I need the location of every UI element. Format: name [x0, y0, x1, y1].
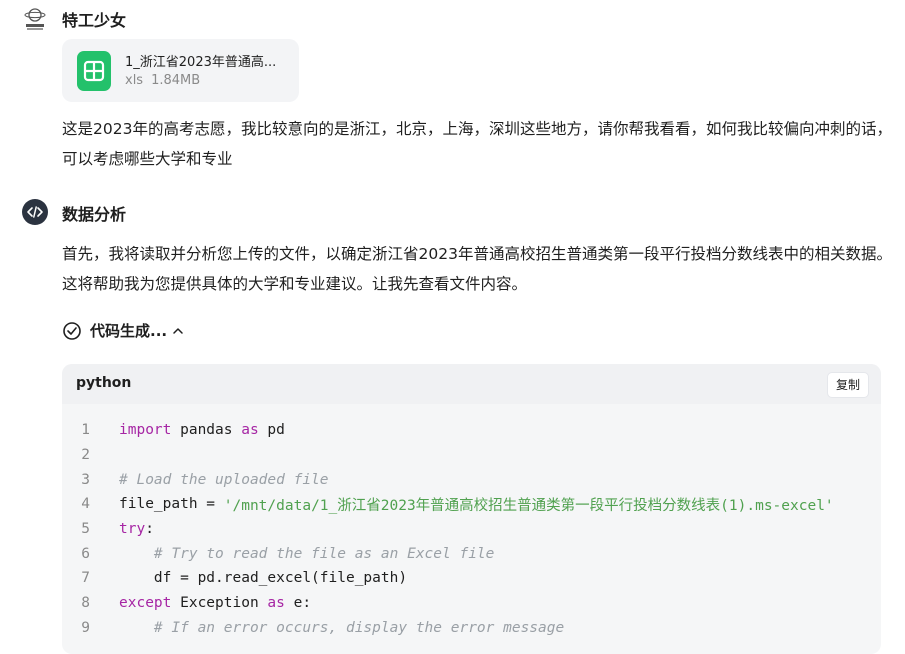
chevron-up-icon — [173, 327, 183, 334]
code-line: 2 — [62, 443, 881, 468]
code-header: python 复制 — [62, 364, 881, 404]
line-number: 8 — [81, 595, 90, 612]
code-token: df = pd.read_excel(file_path) — [153, 570, 408, 587]
code-token: e: — [284, 595, 312, 612]
line-number: 3 — [81, 471, 90, 488]
code-body: 1 import pandas as pd 2 3 # Load the uploa… — [62, 418, 881, 640]
code-line: 8 except Exception as e: — [62, 591, 881, 616]
code-language: python — [76, 375, 132, 391]
code-line: 7 df = pd.read_excel(file_path) — [62, 566, 881, 591]
copy-button[interactable]: 复制 — [826, 372, 869, 398]
code-token: pandas — [171, 422, 242, 439]
code-token: : — [145, 521, 154, 538]
code-comment: # Try to read the file as an Excel file — [153, 545, 495, 562]
code-line: 5 try: — [62, 517, 881, 542]
code-line: 1 import pandas as pd — [62, 418, 881, 443]
line-number: 5 — [81, 521, 90, 538]
line-number: 9 — [81, 619, 90, 636]
code-token: import — [119, 422, 172, 439]
line-number: 4 — [81, 496, 90, 513]
file-name: 1_浙江省2023年普通高... — [125, 55, 277, 70]
code-token: pd — [258, 422, 285, 439]
code-generation-toggle[interactable]: 代码生成... — [62, 320, 185, 341]
file-meta: xls 1.84MB — [125, 73, 208, 88]
code-token: except — [119, 595, 172, 612]
line-number: 6 — [81, 545, 90, 562]
line-number: 2 — [81, 447, 90, 464]
code-icon — [27, 206, 43, 218]
code-token: try — [119, 521, 146, 538]
code-line: 6 # Try to read the file as an Excel fil… — [62, 541, 881, 566]
agent-message: 首先，我将读取并分析您上传的文件，以确定浙江省2023年普通高校招生普通类第一段… — [62, 245, 892, 293]
code-line: 9 # If an error occurs, display the erro… — [62, 616, 881, 641]
spreadsheet-icon — [77, 51, 111, 91]
file-ext: xls — [125, 73, 144, 88]
code-line: 4 file_path = '/mnt/data/1_浙江省2023年普通高校招生… — [62, 492, 881, 517]
code-comment: # Load the uploaded file — [119, 471, 329, 488]
code-token: file_path = — [119, 496, 224, 513]
check-circle-icon — [63, 321, 81, 340]
file-size: 1.84MB — [151, 73, 201, 88]
user-avatar — [22, 6, 48, 32]
agent-avatar — [22, 199, 48, 225]
code-token: as — [241, 422, 259, 439]
code-line: 3 # Load the uploaded file — [62, 467, 881, 492]
code-token: Exception — [171, 595, 268, 612]
line-number: 1 — [81, 422, 90, 439]
code-comment: # If an error occurs, display the error … — [153, 619, 565, 636]
code-token: as — [267, 595, 285, 612]
user-name: 特工少女 — [62, 11, 127, 30]
code-block: python 复制 1 import pandas as pd 2 3 # Load… — [62, 364, 881, 654]
code-generation-label: 代码生成... — [90, 322, 168, 340]
file-attachment-card[interactable]: 1_浙江省2023年普通高... xls 1.84MB — [62, 39, 299, 102]
code-string: '/mnt/data/1_浙江省2023年普通高校招生普通类第一段平行投档分数线… — [223, 497, 834, 514]
line-number: 7 — [81, 570, 90, 587]
user-message: 这是2023年的高考志愿，我比较意向的是浙江，北京，上海，深圳这些地方，请你帮我… — [62, 120, 892, 168]
agent-name: 数据分析 — [62, 205, 127, 224]
